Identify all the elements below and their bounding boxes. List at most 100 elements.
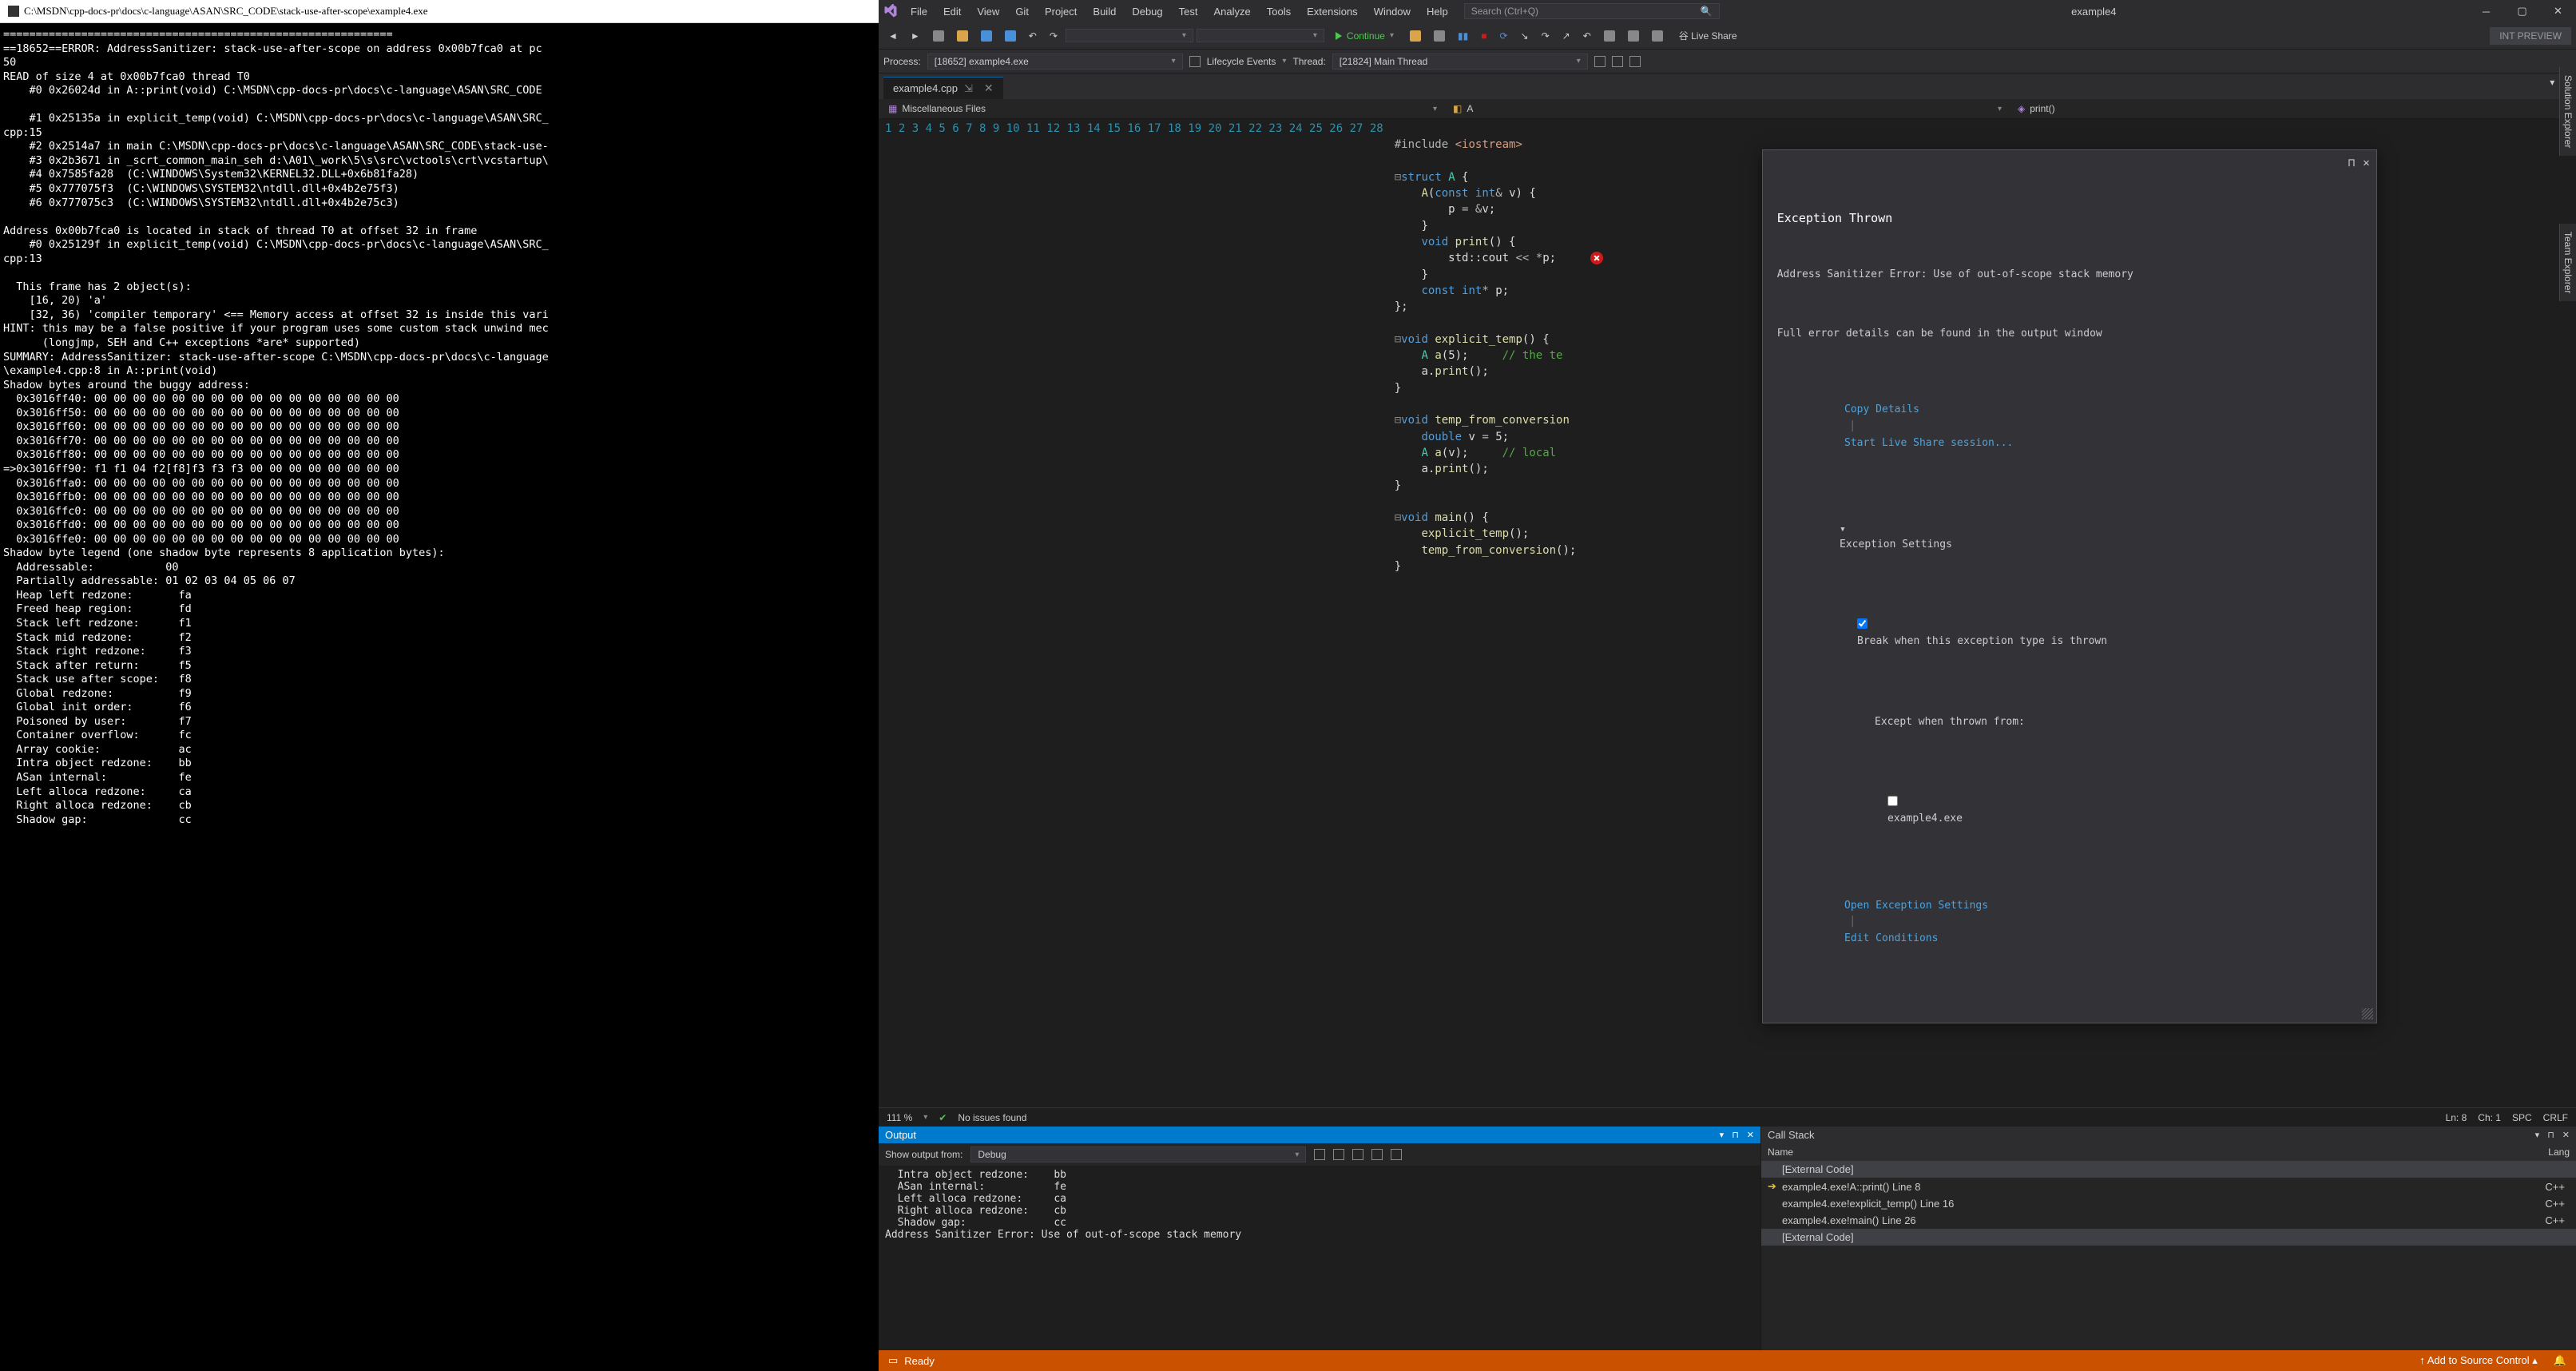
exception-settings-header[interactable]: ▾ Exception Settings [1777, 507, 2362, 567]
team-explorer-tab[interactable]: Team Explorer [2559, 224, 2576, 301]
notifications-icon[interactable]: 🔔 [2554, 1354, 2566, 1367]
callstack-row[interactable]: [External Code] [1761, 1161, 2576, 1178]
panel-close-icon[interactable]: ✕ [1747, 1130, 1754, 1140]
output-panel-title[interactable]: Output ▾ ⊓ ✕ [879, 1127, 1760, 1143]
nav-member-combo[interactable]: ◈ print()▾ [2011, 101, 2573, 117]
menu-debug[interactable]: Debug [1124, 2, 1170, 21]
platform-combo[interactable]: ▾ [1197, 29, 1324, 42]
callstack-row[interactable]: ➔example4.exe!A::print() Line 8C++ [1761, 1178, 2576, 1195]
nav-project-combo[interactable]: ▦ Miscellaneous Files▾ [882, 101, 1443, 117]
start-live-share-link[interactable]: Start Live Share session... [1844, 437, 2013, 449]
menu-build[interactable]: Build [1085, 2, 1124, 21]
lifecycle-label[interactable]: Lifecycle Events [1207, 56, 1276, 67]
tb-btn-3[interactable] [1599, 28, 1620, 44]
menu-view[interactable]: View [969, 2, 1007, 21]
panel-pin-icon[interactable]: ⊓ [1732, 1130, 1739, 1140]
edit-conditions-link[interactable]: Edit Conditions [1844, 932, 1938, 944]
tb-btn-5[interactable] [1647, 28, 1668, 44]
callstack-panel-title[interactable]: Call Stack ▾ ⊓ ✕ [1761, 1127, 2576, 1143]
new-item-button[interactable] [928, 28, 949, 44]
output-tool-4[interactable] [1371, 1149, 1383, 1160]
output-tool-1[interactable] [1314, 1149, 1325, 1160]
undo-button[interactable]: ↶ [1024, 28, 1042, 44]
save-button[interactable] [976, 28, 997, 44]
menu-analyze[interactable]: Analyze [1205, 2, 1258, 21]
tb-btn-4[interactable] [1623, 28, 1644, 44]
output-tool-3[interactable] [1352, 1149, 1363, 1160]
save-all-button[interactable] [1000, 28, 1021, 44]
callstack-header[interactable]: Name Lang [1761, 1143, 2576, 1161]
lifecycle-icon[interactable] [1189, 56, 1201, 67]
error-glyph-icon[interactable] [1590, 252, 1603, 264]
stop-button[interactable]: ■ [1476, 28, 1491, 44]
spaces-indicator[interactable]: SPC [2512, 1112, 2532, 1123]
menu-git[interactable]: Git [1007, 2, 1037, 21]
close-icon[interactable]: ✕ [2363, 155, 2369, 171]
output-text[interactable]: Intra object redzone: bb ASan internal: … [879, 1166, 1760, 1350]
panel-dd-icon[interactable]: ▾ [1720, 1130, 1725, 1140]
char-indicator[interactable]: Ch: 1 [2478, 1112, 2501, 1123]
pause-button[interactable]: ▮▮ [1453, 28, 1473, 44]
vs-logo[interactable] [879, 0, 903, 22]
config-combo[interactable]: ▾ [1066, 29, 1193, 42]
issues-label[interactable]: No issues found [958, 1112, 1026, 1123]
code-editor[interactable]: 1 2 3 4 5 6 7 8 9 10 11 12 13 14 15 16 1… [879, 119, 2576, 1107]
document-tab[interactable]: example4.cpp ⇲ ✕ [883, 77, 1003, 99]
callstack-row[interactable]: example4.exe!main() Line 26C++ [1761, 1212, 2576, 1229]
except-item-checkbox[interactable] [1887, 796, 1898, 806]
continue-button[interactable]: Continue ▾ [1328, 28, 1402, 44]
step-back-button[interactable]: ↶ [1578, 28, 1596, 44]
menu-window[interactable]: Window [1366, 2, 1419, 21]
panel-pin-icon[interactable]: ⊓ [2547, 1130, 2554, 1140]
menu-project[interactable]: Project [1037, 2, 1085, 21]
output-tool-2[interactable] [1333, 1149, 1344, 1160]
redo-button[interactable]: ↷ [1045, 28, 1062, 44]
search-box[interactable]: Search (Ctrl+Q) 🔍 [1464, 3, 1720, 19]
minimize-button[interactable]: ─ [2468, 0, 2504, 22]
copy-details-link[interactable]: Copy Details [1844, 403, 1919, 415]
lineending-indicator[interactable]: CRLF [2543, 1112, 2568, 1123]
code-content[interactable]: #include <iostream> ⊟struct A { A(const … [1395, 119, 2576, 1107]
output-source-combo[interactable]: Debug▾ [970, 1146, 1306, 1162]
menu-tools[interactable]: Tools [1259, 2, 1299, 21]
live-share-button[interactable]: ⾕ Live Share [1671, 26, 1745, 46]
restart-button[interactable]: ⟳ [1494, 28, 1512, 44]
stack-frame-icon[interactable] [1594, 56, 1606, 67]
nav-back-button[interactable]: ◄ [883, 28, 903, 44]
resize-grip-icon[interactable] [2362, 1008, 2373, 1019]
output-tool-5[interactable] [1391, 1149, 1402, 1160]
doc-tool-dd[interactable]: ▾ [2550, 77, 2554, 99]
callstack-row[interactable]: [External Code] [1761, 1229, 2576, 1246]
line-indicator[interactable]: Ln: 8 [2446, 1112, 2467, 1123]
close-tab-icon[interactable]: ✕ [984, 81, 994, 95]
menu-help[interactable]: Help [1419, 2, 1456, 21]
nav-fwd-button[interactable]: ► [906, 28, 925, 44]
nav-type-combo[interactable]: ◧ A▾ [1447, 101, 2008, 117]
open-exception-settings-link[interactable]: Open Exception Settings [1844, 900, 1988, 912]
pin-icon[interactable]: ⇲ [964, 82, 973, 95]
close-button[interactable]: ✕ [2540, 0, 2576, 22]
panel-dd-icon[interactable]: ▾ [2535, 1130, 2540, 1140]
maximize-button[interactable]: ▢ [2504, 0, 2540, 22]
tb-btn-1[interactable] [1405, 28, 1426, 44]
solution-explorer-tab[interactable]: Solution Explorer [2559, 67, 2576, 156]
menu-edit[interactable]: Edit [935, 2, 969, 21]
callstack-row[interactable]: example4.exe!explicit_temp() Line 16C++ [1761, 1195, 2576, 1212]
console-output[interactable]: ========================================… [0, 23, 879, 1371]
add-source-control[interactable]: ↑ Add to Source Control ▴ [2419, 1354, 2537, 1367]
open-button[interactable] [952, 28, 973, 44]
menu-test[interactable]: Test [1171, 2, 1206, 21]
panel-close-icon[interactable]: ✕ [2562, 1130, 2570, 1140]
step-into-button[interactable]: ↘ [1516, 28, 1534, 44]
pin-icon[interactable]: ⊓ [2348, 155, 2355, 171]
tb2-icon-2[interactable] [1612, 56, 1623, 67]
step-over-button[interactable]: ↷ [1537, 28, 1554, 44]
thread-combo[interactable]: [21824] Main Thread▾ [1332, 54, 1588, 70]
tb-btn-2[interactable] [1429, 28, 1450, 44]
menu-extensions[interactable]: Extensions [1299, 2, 1366, 21]
break-checkbox[interactable] [1857, 618, 1868, 629]
tb2-icon-3[interactable] [1629, 56, 1641, 67]
process-combo[interactable]: [18652] example4.exe▾ [927, 54, 1183, 70]
step-out-button[interactable]: ↗ [1558, 28, 1575, 44]
console-titlebar[interactable]: C:\MSDN\cpp-docs-pr\docs\c-language\ASAN… [0, 0, 879, 23]
